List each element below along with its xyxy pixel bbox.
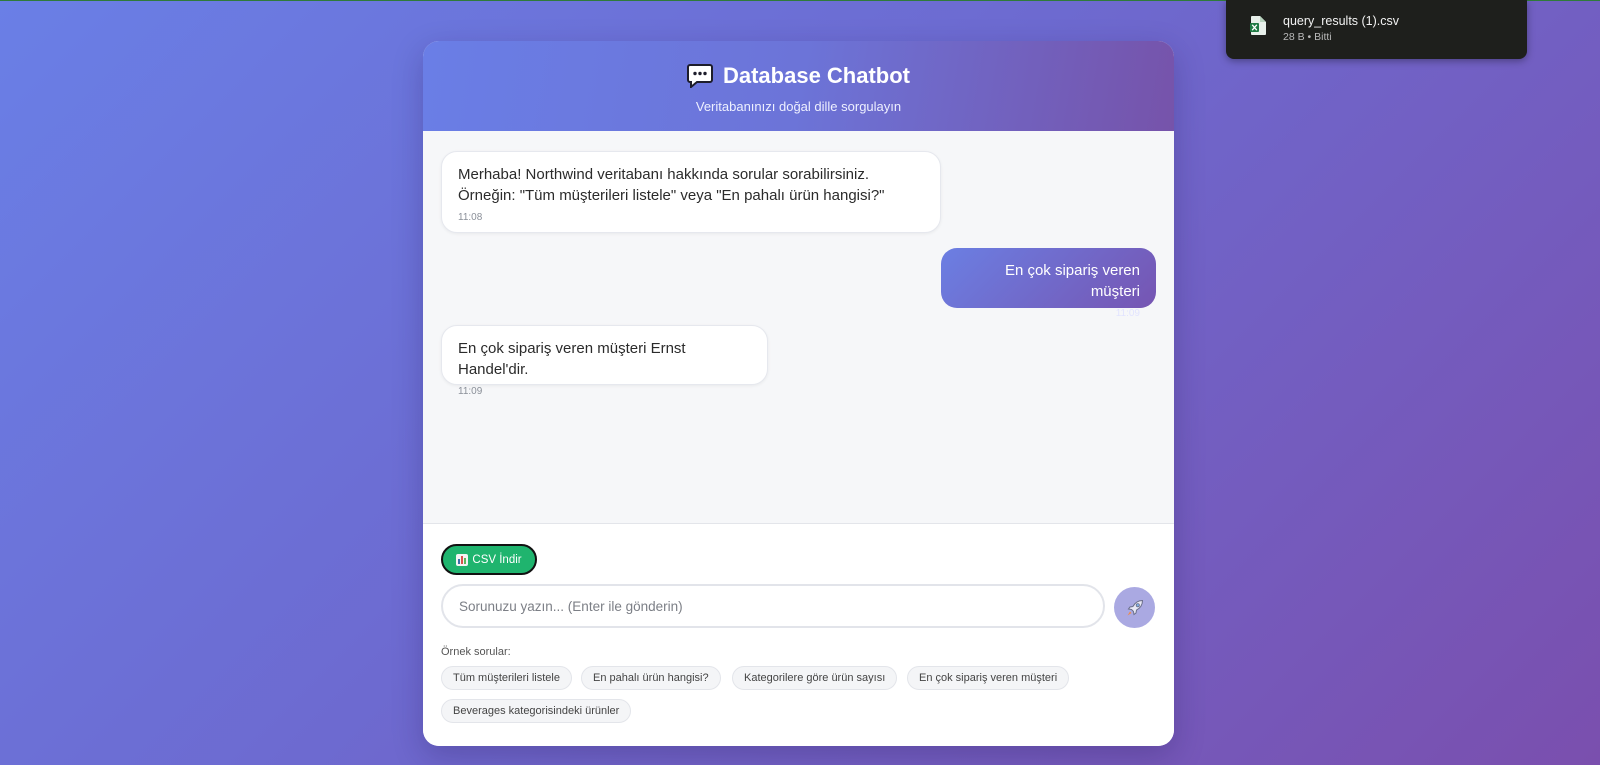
- example-chip[interactable]: Tüm müşterileri listele: [441, 666, 572, 690]
- message-time: 11:09: [1115, 308, 1140, 319]
- message-time: 11:09: [458, 386, 483, 397]
- message-text-line: Örneğin: "Tüm müşterileri listele" veya …: [458, 187, 885, 204]
- speech-bubble-icon: [686, 64, 713, 88]
- message-text: En çok sipariş veren müşteri Ernst Hande…: [458, 340, 686, 378]
- page-title: Database Chatbot: [686, 63, 911, 89]
- bar-chart-icon: [456, 553, 469, 566]
- question-input[interactable]: [441, 584, 1105, 628]
- excel-file-icon: [1250, 16, 1266, 35]
- message-text: En çok sipariş veren müşteri: [1004, 262, 1140, 300]
- input-area: CSV İndir Örnek sorular: Tüm müşterileri…: [423, 523, 1174, 746]
- app-title: Database Chatbot: [722, 63, 911, 88]
- send-button[interactable]: [1114, 587, 1155, 628]
- example-chip[interactable]: Beverages kategorisindeki ürünler: [441, 699, 632, 723]
- download-notification[interactable]: query_results (1).csv 28 B • Bitti: [1226, 0, 1527, 59]
- chat-header: Database Chatbot Veritabanınızı doğal di…: [423, 41, 1174, 131]
- example-chip[interactable]: En çok sipariş veren müşteri: [907, 666, 1070, 690]
- message-text-line: Merhaba! Northwind veritabanı hakkında s…: [458, 166, 870, 183]
- bot-message: En çok sipariş veren müşteri Ernst Hande…: [441, 325, 768, 397]
- download-filename: query_results (1).csv: [1283, 14, 1400, 28]
- message-list: Merhaba! Northwind veritabanı hakkında s…: [423, 131, 1174, 565]
- rocket-icon: [1127, 599, 1143, 615]
- csv-download-button[interactable]: CSV İndir: [441, 544, 537, 575]
- message-time: 11:08: [458, 212, 483, 223]
- examples-label: Örnek sorular:: [441, 646, 511, 658]
- bot-message: Merhaba! Northwind veritabanı hakkında s…: [441, 151, 941, 233]
- app-subtitle: Veritabanınızı doğal dille sorgulayın: [695, 99, 902, 114]
- csv-download-label: CSV İndir: [472, 553, 522, 566]
- chat-container: Database Chatbot Veritabanınızı doğal di…: [423, 41, 1174, 746]
- example-chip[interactable]: Kategorilere göre ürün sayısı: [732, 666, 898, 690]
- download-status: 28 B • Bitti: [1283, 31, 1332, 43]
- example-chip[interactable]: En pahalı ürün hangisi?: [581, 666, 721, 690]
- user-message: En çok sipariş veren müşteri 11:09: [941, 248, 1156, 319]
